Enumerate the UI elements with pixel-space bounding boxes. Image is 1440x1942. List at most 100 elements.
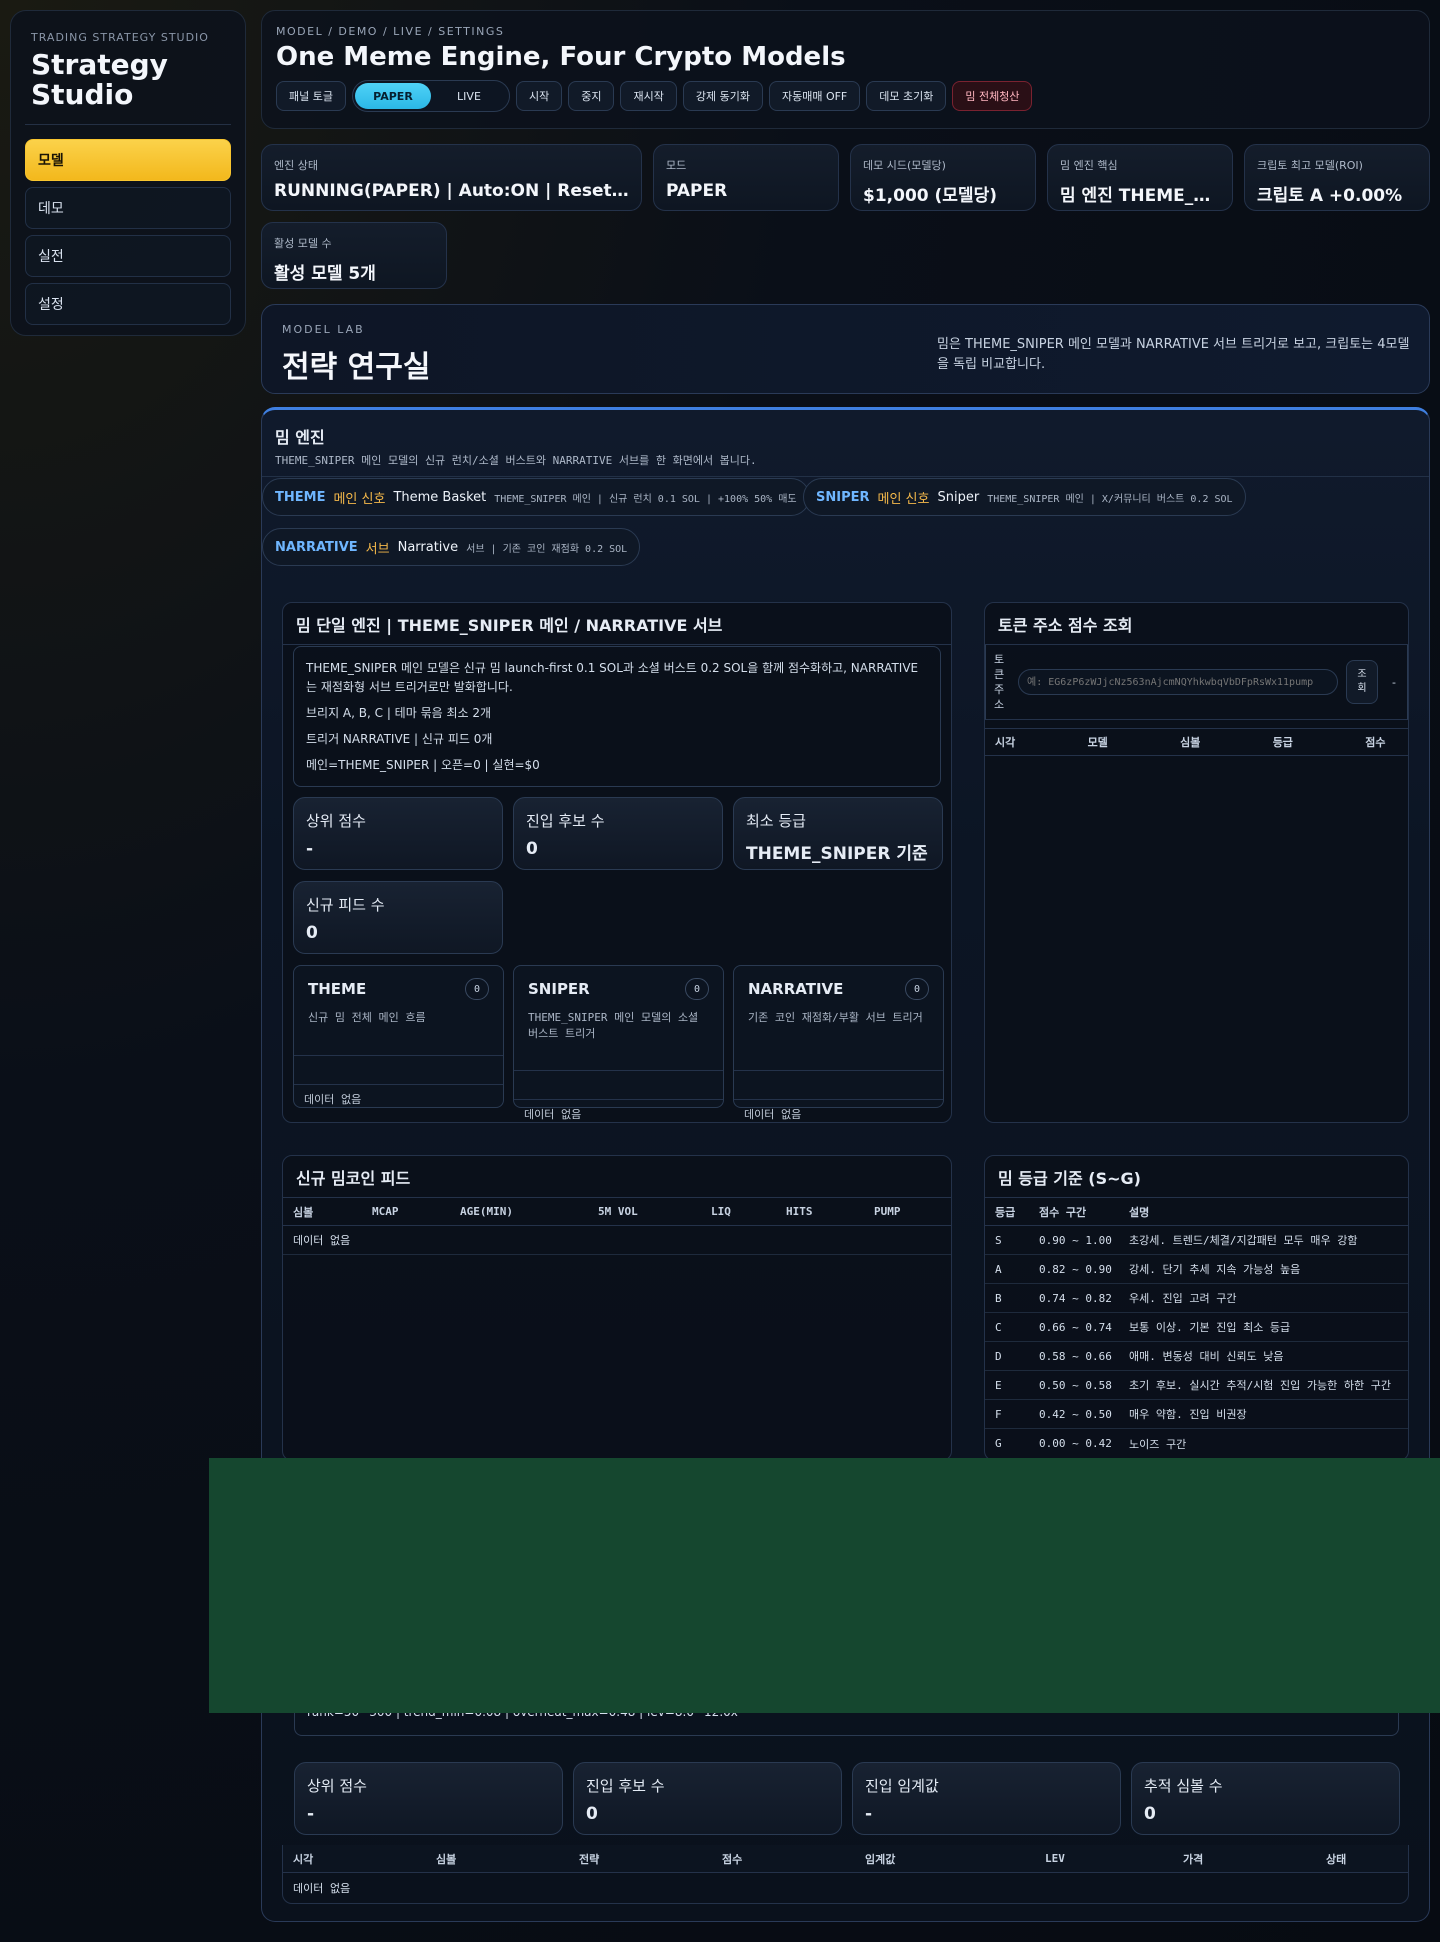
empty-message: 데이터 없음 — [293, 1234, 351, 1247]
column-header: 설명 — [1129, 1205, 1150, 1219]
chip-name: SNIPER — [816, 489, 870, 505]
crypto-metric-top-score: 상위 점수 - — [294, 1762, 563, 1835]
column-header: LIQ — [711, 1205, 731, 1218]
grade-letter: G — [995, 1437, 1002, 1450]
chip-sniper[interactable]: SNIPER 메인 신호 Sniper THEME_SNIPER 메인 | X/… — [803, 478, 1246, 516]
overlay-panel — [209, 1458, 1440, 1713]
grade-range: 0.90 ~ 1.00 — [1039, 1233, 1112, 1247]
chip-narrative[interactable]: NARRATIVE 서브 Narrative 서브 | 기존 코인 재점화 0.… — [262, 528, 641, 566]
column-header: 점수 구간 — [1039, 1205, 1087, 1219]
stat-value: $1,000 (모델당) — [863, 186, 997, 206]
metric-new-feeds: 신규 피드 수 0 — [293, 881, 503, 954]
token-address-input[interactable] — [1018, 669, 1338, 695]
sidebar: TRADING STRATEGY STUDIO Strategy Studio … — [10, 10, 246, 336]
metric-value: - — [307, 1804, 315, 1824]
metric-value: THEME_SNIPER 기준 — [746, 844, 928, 864]
info-line: 브리지 A, B, C | 테마 묶음 최소 2개 — [306, 706, 492, 720]
force-sync-button[interactable]: 강제 동기화 — [682, 81, 763, 111]
panel-toggle-button[interactable]: 패널 토글 — [276, 81, 346, 111]
chip-desc: THEME_SNIPER 메인 | 신규 런치 0.1 SOL | +100% … — [494, 493, 797, 505]
column-header: HITS — [786, 1205, 813, 1218]
column-count: 0 — [685, 978, 709, 1000]
grade-letter: F — [995, 1407, 1002, 1421]
table-row: 데이터 없음 — [283, 1226, 951, 1255]
column-header: 점수 — [1365, 736, 1386, 749]
chip-theme[interactable]: THEME 메인 신호 Theme Basket THEME_SNIPER 메인… — [262, 478, 810, 516]
metric-value: 0 — [306, 923, 318, 943]
stat-label: 크립토 최고 모델(ROI) — [1257, 159, 1363, 172]
column-empty: 데이터 없음 — [524, 1108, 582, 1121]
grade-row: G 0.00 ~ 0.42 노이즈 구간 — [985, 1429, 1408, 1458]
crypto-metric-threshold: 진입 임계값 - — [852, 1762, 1121, 1835]
demo-reset-button[interactable]: 데모 초기화 — [866, 81, 947, 111]
metric-min-grade: 최소 등급 THEME_SNIPER 기준 — [733, 797, 943, 870]
empty-message: 데이터 없음 — [293, 1881, 351, 1895]
grade-description: 초기 후보. 실시간 추적/시험 진입 가능한 하한 구간 — [1129, 1379, 1392, 1392]
auto-trade-button[interactable]: 자동매매 OFF — [768, 81, 861, 111]
stat-label: 활성 모델 수 — [274, 237, 332, 250]
stat-engine-status: 엔진 상태 RUNNING(PAPER) | Auto:ON | ResetLo… — [261, 144, 642, 211]
lookup-result: - — [1392, 675, 1396, 689]
single-engine-info: THEME_SNIPER 메인 모델은 신규 밈 launch-first 0.… — [293, 646, 941, 787]
token-lookup-panel: 토큰 주소 점수 조회 토큰 주소 조회 - 시각 모델 심볼 등급 점수 — [984, 602, 1409, 1123]
chip-desc: 서브 | 기존 코인 재점화 0.2 SOL — [466, 543, 628, 555]
chip-role: 메인 신호 — [333, 491, 386, 507]
panel-title: 신규 밈코인 피드 — [283, 1156, 951, 1198]
sidebar-kicker: TRADING STRATEGY STUDIO — [31, 31, 209, 44]
stat-value: 활성 모델 5개 — [274, 264, 376, 284]
mode-live-button[interactable]: LIVE — [431, 83, 507, 109]
grade-letter: B — [995, 1291, 1002, 1305]
grade-letter: S — [995, 1233, 1002, 1247]
column-header: 가격 — [1183, 1852, 1204, 1866]
signal-column-theme: THEME 0 신규 밈 전체 메인 흐름 데이터 없음 — [293, 965, 504, 1108]
column-name: NARRATIVE — [748, 980, 844, 998]
new-meme-feed-panel: 신규 밈코인 피드 심볼 MCAP AGE(MIN) 5M VOL LIQ HI… — [282, 1155, 952, 1461]
grade-row: D 0.58 ~ 0.66 애매. 변동성 대비 신뢰도 낮음 — [985, 1342, 1408, 1371]
lookup-form: 토큰 주소 조회 - — [985, 645, 1408, 720]
metric-label: 최소 등급 — [746, 812, 806, 830]
grade-description: 노이즈 구간 — [1129, 1437, 1187, 1451]
metric-label: 신규 피드 수 — [306, 896, 385, 914]
mode-paper-button[interactable]: PAPER — [354, 83, 431, 109]
grade-letter: C — [995, 1320, 1002, 1334]
grade-row: S 0.90 ~ 1.00 초강세. 트렌드/체결/지갑패턴 모두 매우 강함 — [985, 1226, 1408, 1255]
stat-label: 모드 — [666, 159, 687, 172]
start-button[interactable]: 시작 — [515, 81, 563, 111]
chip-name: NARRATIVE — [275, 539, 358, 555]
meme-liquidate-button[interactable]: 밈 전체청산 — [952, 81, 1033, 111]
column-empty: 데이터 없음 — [744, 1108, 802, 1121]
page-title: One Meme Engine, Four Crypto Models — [276, 42, 846, 72]
stat-demo-seed: 데모 시드(모델당) $1,000 (모델당) — [850, 144, 1036, 211]
chip-desc: THEME_SNIPER 메인 | X/커뮤니티 버스트 0.2 SOL — [987, 493, 1233, 505]
metric-label: 진입 후보 수 — [526, 812, 605, 830]
lookup-button[interactable]: 조회 — [1346, 660, 1378, 704]
metric-label: 상위 점수 — [307, 1777, 367, 1795]
sidebar-item-live[interactable]: 실전 — [25, 235, 231, 277]
column-header: PUMP — [874, 1205, 901, 1218]
column-name: SNIPER — [528, 980, 590, 998]
divider — [262, 476, 1429, 477]
column-header: LEV — [1045, 1852, 1065, 1865]
lookup-label: 토큰 주소 — [994, 653, 1005, 711]
column-count: 0 — [905, 978, 929, 1000]
stop-button[interactable]: 중지 — [568, 81, 615, 111]
grade-description: 매우 약함. 진입 비권장 — [1129, 1408, 1247, 1421]
info-line: 메인=THEME_SNIPER | 오픈=0 | 실현=$0 — [306, 758, 540, 772]
grade-range: 0.50 ~ 0.58 — [1039, 1378, 1112, 1392]
grade-description: 보통 이상. 기본 진입 최소 등급 — [1129, 1321, 1291, 1334]
column-header: 심볼 — [436, 1852, 457, 1866]
crypto-table: 시각 심볼 전략 점수 임계값 LEV 가격 상태 데이터 없음 — [282, 1845, 1409, 1904]
grade-description: 강세. 단기 추세 지속 가능성 높음 — [1129, 1263, 1301, 1276]
column-header: 5M VOL — [598, 1205, 638, 1218]
stat-active-models: 활성 모델 수 활성 모델 5개 — [261, 222, 447, 289]
metric-value: 0 — [586, 1804, 598, 1824]
sidebar-item-model[interactable]: 모델 — [25, 139, 231, 181]
column-count: 0 — [465, 978, 489, 1000]
restart-button[interactable]: 재시작 — [620, 81, 677, 111]
sidebar-item-settings[interactable]: 설정 — [25, 283, 231, 325]
metric-value: - — [865, 1804, 873, 1824]
grade-range: 0.42 ~ 0.50 — [1039, 1407, 1112, 1421]
stat-value: 크립토 A +0.00% — [1257, 186, 1403, 206]
metric-label: 진입 임계값 — [865, 1777, 939, 1795]
sidebar-item-demo[interactable]: 데모 — [25, 187, 231, 229]
